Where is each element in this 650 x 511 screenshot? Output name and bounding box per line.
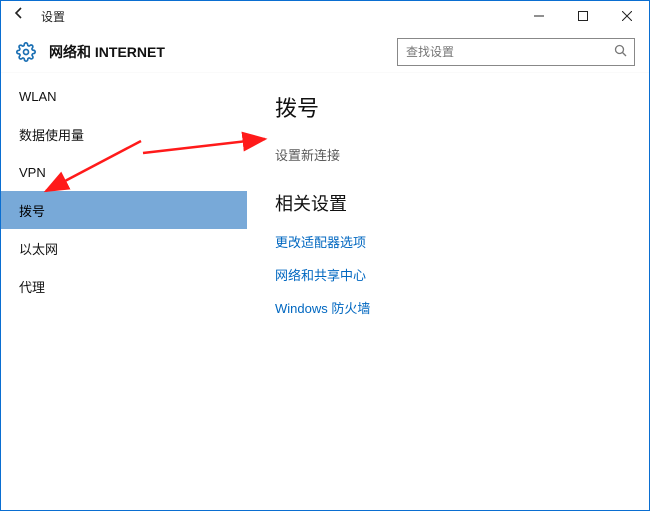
- header: 网络和 INTERNET: [1, 31, 649, 73]
- sidebar: WLAN 数据使用量 VPN 拨号 以太网 代理: [1, 73, 247, 510]
- close-button[interactable]: [605, 1, 649, 31]
- search-box[interactable]: [397, 38, 635, 66]
- sidebar-item-proxy[interactable]: 代理: [1, 267, 247, 305]
- settings-window: 设置 网络和 INTERNET WLAN 数据使用量 VPN 拨号: [0, 0, 650, 511]
- search-icon: [612, 44, 628, 60]
- new-connection-link[interactable]: 设置新连接: [275, 145, 631, 164]
- back-button[interactable]: [7, 1, 31, 31]
- sidebar-item-wlan[interactable]: WLAN: [1, 77, 247, 115]
- link-firewall[interactable]: Windows 防火墙: [275, 298, 631, 317]
- body: WLAN 数据使用量 VPN 拨号 以太网 代理 拨号 设置新连接 相关设置 更…: [1, 73, 649, 510]
- search-input[interactable]: [406, 45, 612, 59]
- sidebar-item-dialup[interactable]: 拨号: [1, 191, 247, 229]
- minimize-button[interactable]: [517, 1, 561, 31]
- maximize-button[interactable]: [561, 1, 605, 31]
- sidebar-item-ethernet[interactable]: 以太网: [1, 229, 247, 267]
- titlebar: 设置: [1, 1, 649, 31]
- sidebar-item-vpn[interactable]: VPN: [1, 153, 247, 191]
- sidebar-item-label: WLAN: [19, 89, 57, 104]
- gear-icon: [15, 41, 37, 63]
- sidebar-item-label: VPN: [19, 165, 46, 180]
- sidebar-item-label: 以太网: [19, 239, 58, 258]
- link-network-sharing[interactable]: 网络和共享中心: [275, 265, 631, 284]
- window-controls: [517, 1, 649, 31]
- main-panel: 拨号 设置新连接 相关设置 更改适配器选项 网络和共享中心 Windows 防火…: [247, 73, 649, 510]
- page-heading: 拨号: [275, 91, 631, 123]
- category-title: 网络和 INTERNET: [49, 42, 165, 62]
- sidebar-item-label: 拨号: [19, 201, 45, 220]
- related-heading: 相关设置: [275, 190, 631, 216]
- sidebar-item-label: 数据使用量: [19, 125, 84, 144]
- link-adapter-options[interactable]: 更改适配器选项: [275, 232, 631, 251]
- sidebar-item-label: 代理: [19, 277, 45, 296]
- window-title: 设置: [41, 8, 65, 25]
- sidebar-item-data-usage[interactable]: 数据使用量: [1, 115, 247, 153]
